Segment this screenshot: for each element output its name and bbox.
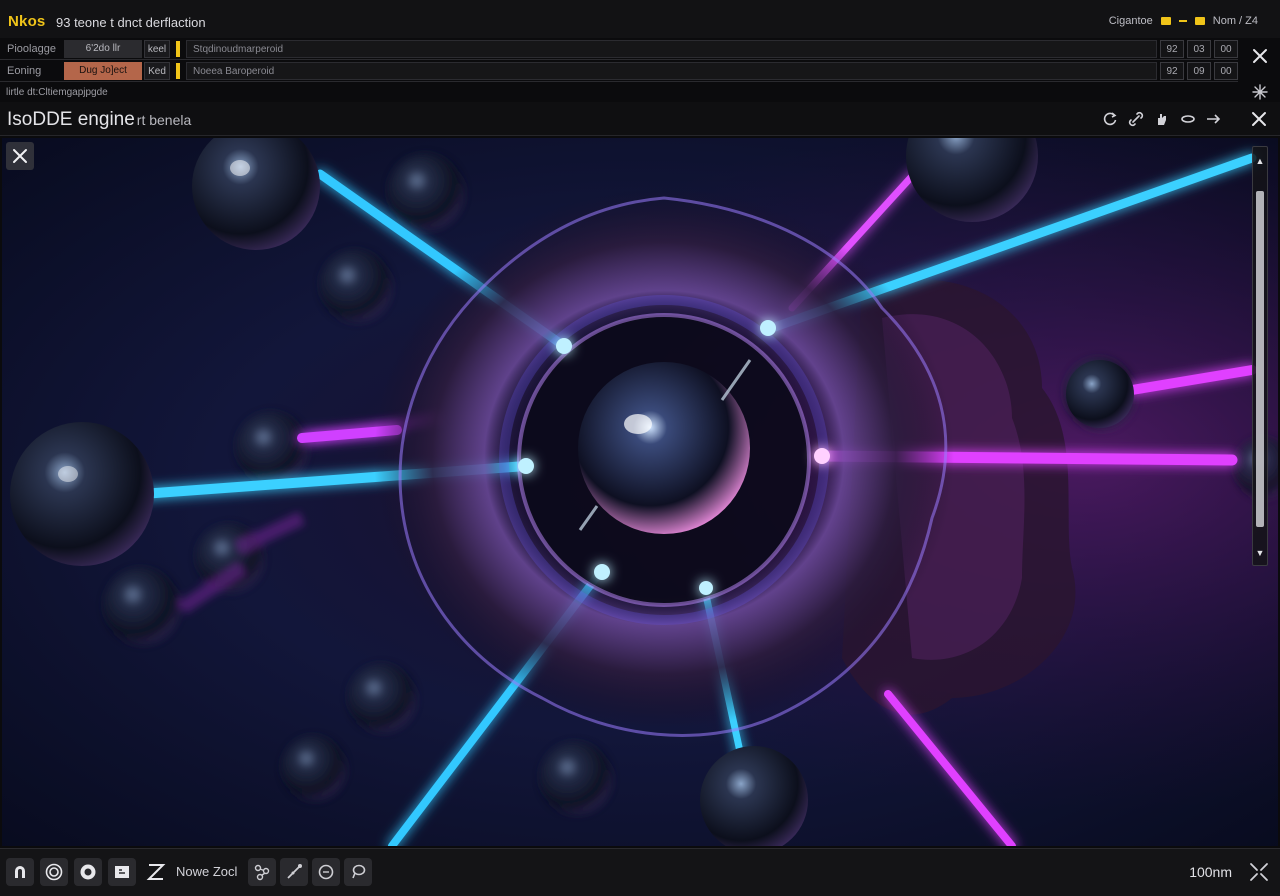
molecule-icon [254, 864, 270, 881]
window-title: 93 teone t dnct derflaction [56, 15, 206, 30]
properties-close-button[interactable] [1246, 42, 1274, 70]
lasso-tool-button[interactable] [344, 858, 372, 886]
beam-icon [287, 864, 302, 879]
lasso-icon [352, 864, 366, 879]
property-label: Pioolagge [7, 42, 56, 55]
hand-icon[interactable] [1154, 111, 1170, 127]
grid-tool-button[interactable] [108, 858, 136, 886]
row-marker [176, 40, 180, 57]
arrow-icon[interactable] [1206, 111, 1222, 127]
property-key[interactable]: Ked [144, 61, 170, 80]
zoom-level: 100nm [1189, 864, 1232, 880]
scrollbar-thumb[interactable] [1256, 191, 1264, 527]
rotate-tool-button[interactable] [74, 858, 102, 886]
row-marker [176, 62, 180, 79]
property-row: Eoning Dug Jo]ect Ked Noeea Baroperoid 9… [0, 60, 1238, 82]
sparkle-icon[interactable] [1252, 84, 1268, 100]
arc-icon [15, 866, 25, 878]
panel-title-text: IsoDDE engine [7, 109, 135, 130]
orbit-tool-button[interactable] [40, 858, 68, 886]
property-value-selected[interactable]: Dug Jo]ect [64, 61, 142, 80]
top-right-controls: Cigantoe Nom / Z4 [1109, 15, 1258, 27]
panel-close-icon[interactable] [1248, 108, 1270, 130]
property-num[interactable]: 09 [1187, 61, 1211, 80]
property-num[interactable]: 92 [1160, 61, 1184, 80]
close-icon [13, 149, 27, 163]
property-num[interactable]: 00 [1214, 61, 1238, 80]
core-atom [578, 362, 750, 534]
circle-tool-button[interactable] [312, 858, 340, 886]
scroll-up-icon[interactable]: ▲ [1253, 153, 1267, 169]
link-icon[interactable] [1128, 111, 1144, 127]
top-right-label[interactable]: Cigantoe [1109, 15, 1153, 27]
property-num[interactable]: 00 [1214, 39, 1238, 58]
title-bar: Nkos 93 teone t dnct derflaction Ciganto… [0, 0, 1280, 38]
wrench-icon[interactable] [1180, 111, 1196, 127]
circle-icon [318, 864, 334, 880]
scene-subtitle: lirtle dt:Cltiemgapjpgde [6, 87, 108, 98]
app-brand: Nkos [8, 13, 46, 30]
bottom-toolbar: Nowe Zocl 100nm [0, 848, 1280, 896]
zigzag-icon [146, 864, 166, 880]
property-num[interactable]: 03 [1187, 39, 1211, 58]
properties-grid: Pioolagge 6'2do llr keel Stqdinoudmarper… [0, 38, 1240, 82]
property-value[interactable]: 6'2do llr [64, 39, 142, 58]
property-row: Pioolagge 6'2do llr keel Stqdinoudmarper… [0, 38, 1238, 60]
top-right-item[interactable]: Nom / Z4 [1213, 15, 1258, 27]
panel-tools [1102, 111, 1222, 127]
scroll-down-icon[interactable]: ▼ [1253, 545, 1267, 561]
property-path-field[interactable]: Stqdinoudmarperoid [186, 39, 1157, 58]
grid-icon [115, 866, 129, 878]
rotate-icon [80, 864, 96, 880]
folder-icon[interactable] [1194, 17, 1205, 25]
property-num[interactable]: 92 [1160, 39, 1184, 58]
orbit-icon [45, 863, 63, 881]
close-icon [1253, 49, 1267, 63]
tool-label: Nowe Zocl [176, 864, 238, 879]
folder-icon[interactable] [1160, 17, 1171, 25]
viewport-close-button[interactable] [6, 142, 34, 170]
render-viewport[interactable]: ▲ ▼ [2, 138, 1278, 846]
property-key[interactable]: keel [144, 39, 170, 58]
minus-icon[interactable] [1178, 20, 1187, 22]
zigzag-tool-button[interactable] [142, 858, 170, 886]
panel-title: IsoDDE engine rt benela [7, 109, 191, 131]
property-label: Eoning [7, 64, 42, 77]
molecule-render [2, 138, 1278, 846]
fit-icon[interactable] [1248, 861, 1270, 883]
refresh-icon[interactable] [1102, 111, 1118, 127]
beam-tool-button[interactable] [280, 858, 308, 886]
panel-header: IsoDDE engine rt benela [0, 102, 1280, 136]
panel-title-suffix: rt benela [136, 112, 192, 128]
molecule-tool-button[interactable] [248, 858, 276, 886]
property-path-field[interactable]: Noeea Baroperoid [186, 61, 1157, 80]
viewport-scrollbar[interactable]: ▲ ▼ [1252, 146, 1268, 566]
arc-tool-button[interactable] [6, 858, 34, 886]
